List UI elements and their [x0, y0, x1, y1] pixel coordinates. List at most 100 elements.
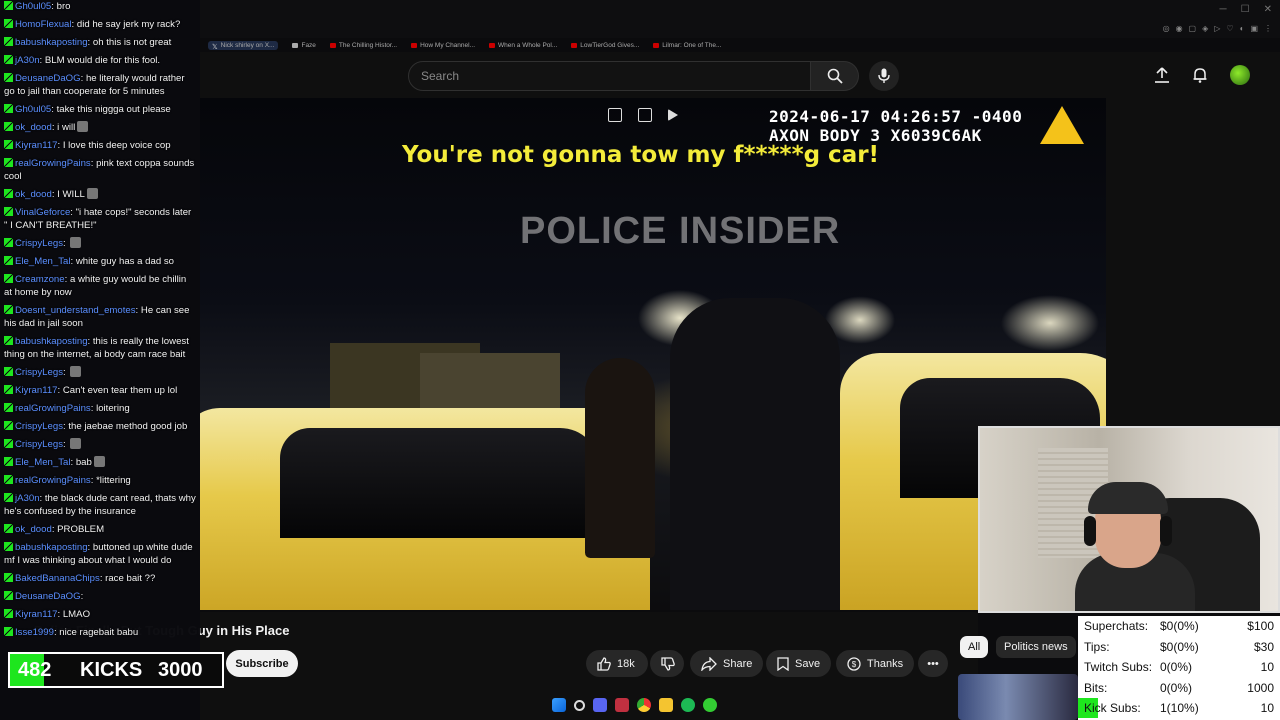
extension-icon[interactable]: ▷	[1214, 24, 1220, 33]
save-button[interactable]: Save	[766, 650, 832, 677]
maximize-icon[interactable]: ☐	[1241, 4, 1250, 15]
chat-username[interactable]: realGrowingPains	[15, 403, 91, 414]
goal-label: Bits:	[1084, 680, 1108, 695]
video-player[interactable]: 2024-06-17 04:26:57 -0400 AXON BODY 3 X6…	[200, 98, 1106, 610]
extension-icon[interactable]: ▢	[1189, 24, 1197, 33]
subscribe-button[interactable]: Subscribe	[226, 650, 298, 677]
page-background	[1106, 98, 1280, 428]
chat-username[interactable]: DeusaneDaOG	[15, 73, 81, 84]
thanks-button[interactable]: $ Thanks	[836, 650, 915, 677]
share-button[interactable]: Share	[690, 650, 764, 677]
video-scene	[585, 358, 655, 558]
bookmark-label: Faze	[301, 41, 316, 49]
chat-username[interactable]: BakedBananaChips	[15, 573, 100, 584]
goal-value: 0(0%)	[1160, 680, 1193, 695]
chat-username[interactable]: realGrowingPains	[15, 475, 91, 486]
minimize-icon[interactable]: ─	[1220, 4, 1227, 15]
xbox-icon[interactable]	[703, 698, 717, 712]
chat-username[interactable]: CrispyLegs	[15, 421, 63, 432]
chat-username[interactable]: Doesnt_understand_emotes	[15, 305, 136, 316]
like-button[interactable]: 18k	[586, 650, 648, 677]
upload-icon[interactable]	[1154, 67, 1170, 83]
next-icon[interactable]	[668, 109, 678, 121]
chat-username[interactable]: babushkaposting	[15, 542, 88, 553]
extension-icon[interactable]: ◐	[1240, 24, 1245, 33]
discord-icon[interactable]	[593, 698, 607, 712]
chat-username[interactable]: Kiyran117	[15, 140, 58, 151]
chat-username[interactable]: Kiyran117	[15, 609, 58, 620]
search-icon[interactable]	[574, 699, 585, 711]
dislike-button[interactable]	[650, 650, 684, 677]
windows-start-icon[interactable]	[552, 698, 566, 712]
chat-username[interactable]: ok_dood	[15, 524, 52, 535]
chat-username[interactable]: jA30n	[15, 493, 40, 504]
extension-icon[interactable]: ◎	[1163, 24, 1170, 33]
more-actions-button[interactable]: •••	[918, 650, 948, 677]
bookmark-item[interactable]: How My Channel...	[411, 42, 475, 49]
chat-text: did he say jerk my rack?	[76, 19, 181, 30]
app-icon[interactable]	[615, 698, 629, 712]
chat-username[interactable]: ok_dood	[15, 189, 52, 200]
taskbar	[552, 698, 717, 712]
emote-icon	[70, 438, 82, 449]
extension-icon[interactable]: ◈	[1202, 24, 1208, 33]
chat-username[interactable]: Gh0ul05	[15, 1, 51, 12]
chat-username[interactable]: Isse1999	[15, 627, 54, 638]
bookmark-item[interactable]: 𝕏 Nick shirley on X...	[208, 40, 279, 51]
chat-username[interactable]: CrispyLegs	[15, 367, 63, 378]
thanks-icon: $	[847, 656, 861, 671]
bookmark-item[interactable]: When a Whole Pol...	[489, 42, 557, 49]
chat-username[interactable]: Ele_Men_Tal	[15, 256, 70, 267]
chat-username[interactable]: Ele_Men_Tal	[15, 457, 70, 468]
goal-target: $30	[1253, 639, 1274, 654]
bookmark-item[interactable]: Lilmar: One of The...	[653, 42, 721, 49]
cast-icon[interactable]	[638, 108, 652, 122]
chrome-icon[interactable]	[637, 698, 651, 712]
chat-username[interactable]: Gh0ul05	[15, 104, 51, 115]
chat-username[interactable]: babushkaposting	[15, 336, 88, 347]
goal-target: 1000	[1247, 680, 1274, 695]
heart-icon[interactable]: ♡	[1226, 24, 1233, 33]
bookmark-item[interactable]: Faze	[292, 41, 316, 49]
bookmark-item[interactable]: LowTierGod Gives...	[571, 42, 639, 49]
chip-politics-news[interactable]: Politics news	[996, 636, 1076, 658]
extension-icon[interactable]: ◉	[1176, 24, 1183, 33]
bookmark-item[interactable]: The Chilling Histor...	[329, 42, 397, 49]
kick-badge-icon	[4, 627, 13, 636]
chat-username[interactable]: ok_dood	[15, 122, 52, 133]
search-button[interactable]	[811, 61, 859, 91]
chat-username[interactable]: CrispyLegs	[15, 238, 63, 249]
chat-username[interactable]: babushkaposting	[15, 37, 88, 48]
chip-all[interactable]: All	[960, 636, 989, 658]
chat-username[interactable]: DeusaneDaOG	[15, 591, 81, 602]
menu-icon[interactable]: ⋮	[1264, 24, 1272, 33]
goal-row: Tips: $0(0%) $30	[1078, 637, 1280, 657]
browser-top-bar: ─ ☐ ✕ ◎ ◉ ▢ ◈ ▷ ♡ ◐ ▣ ⋮	[200, 0, 1280, 38]
search-input[interactable]: Search	[408, 61, 811, 91]
extension-icon[interactable]: ▣	[1250, 24, 1258, 33]
voice-search-button[interactable]	[869, 61, 899, 91]
avatar[interactable]	[1230, 65, 1250, 85]
folder-icon[interactable]	[659, 698, 673, 712]
goal-label: Tips:	[1084, 639, 1110, 654]
chat-username[interactable]: realGrowingPains	[15, 158, 91, 169]
chat-message: babushkaposting: oh this is not great	[4, 36, 196, 49]
miniplayer-icon[interactable]	[608, 108, 622, 122]
kick-badge-icon	[4, 122, 13, 131]
chat-username[interactable]: jA30n	[15, 55, 40, 66]
chat-text: *littering	[96, 475, 131, 486]
spotify-icon[interactable]	[681, 698, 695, 712]
goal-value: $0(0%)	[1160, 639, 1199, 654]
bell-icon[interactable]	[1192, 67, 1208, 83]
chat-message: Kiyran117: Can't even tear them up lol	[4, 384, 196, 397]
chat-username[interactable]: CrispyLegs	[15, 439, 63, 450]
chat-text: white guy has a dad so	[75, 256, 174, 267]
chat-username[interactable]: Kiyran117	[15, 385, 58, 396]
chat-username[interactable]: Creamzone	[15, 274, 65, 285]
chat-message: DeusaneDaOG:	[4, 590, 196, 603]
chat-username[interactable]: HomoFlexual	[15, 19, 72, 30]
recommended-thumbnail[interactable]	[958, 674, 1078, 720]
chat-username[interactable]: VinalGeforce	[15, 207, 70, 218]
save-label: Save	[795, 657, 821, 670]
close-icon[interactable]: ✕	[1264, 4, 1272, 15]
